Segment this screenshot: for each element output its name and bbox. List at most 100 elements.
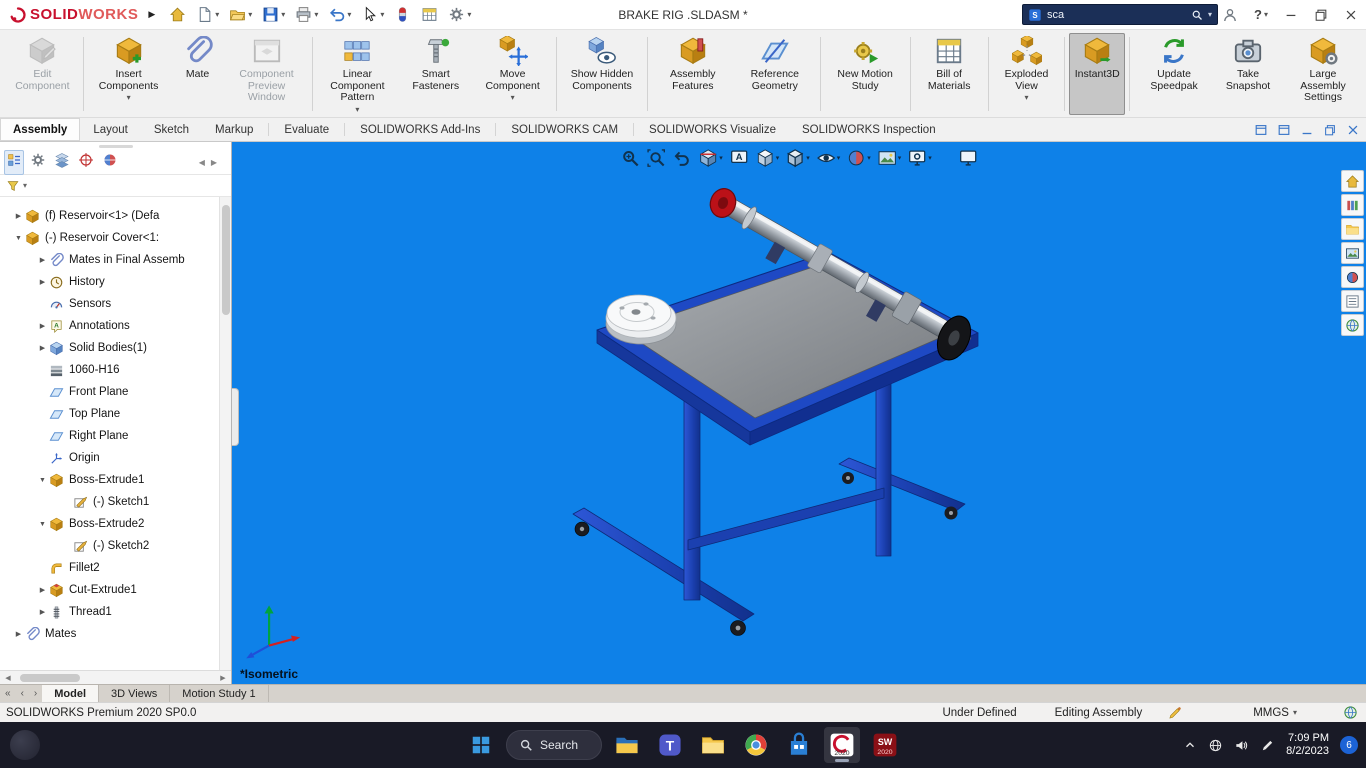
tree-item-boss-extrude1[interactable]: ▼ Boss-Extrude1 [0,469,231,491]
hud-view-settings-button[interactable]: ▾ [906,147,933,169]
tab-solidworks-visualize[interactable]: SOLIDWORKS Visualize [636,118,789,141]
tree-item-reservoir-cover-1[interactable]: ▼ (-) Reservoir Cover<1: [0,227,231,249]
dropdown-caret-icon[interactable]: ▾ [347,10,351,19]
tree-filter-row[interactable]: ▾ [0,175,231,197]
ribbon-button-reference-geometry[interactable]: Reference Geometry [734,33,816,115]
doc-tab-motion-study-1[interactable]: Motion Study 1 [170,685,269,702]
tree-item-1060-h16[interactable]: 1060-H16 [0,359,231,381]
scrollbar-thumb[interactable] [20,674,80,682]
hud-section-view-button[interactable]: ▾ [697,147,724,169]
tree-item-solid-bodies-1[interactable]: ▶ Solid Bodies(1) [0,337,231,359]
ribbon-button-linear-component-pattern[interactable]: Linear Component Pattern ▾ [316,33,398,115]
taskbar-app-file-explorer[interactable] [609,727,645,763]
tree-item-sensors[interactable]: Sensors [0,293,231,315]
scroll-right-icon[interactable]: ▶ [215,674,231,682]
tree-expand-icon[interactable]: ▶ [36,586,49,594]
ribbon-button-insert-components[interactable]: Insert Components ▾ [88,33,170,115]
search-box[interactable]: S sca ▾ [1022,4,1218,25]
dropdown-caret-icon[interactable]: ▾ [806,154,810,162]
dropdown-caret-icon[interactable]: ▾ [314,10,318,19]
dropdown-caret-icon[interactable]: ▾ [467,10,471,19]
ribbon-button-move-component[interactable]: Move Component ▾ [473,33,552,115]
panel-tab-property-manager[interactable] [28,150,48,175]
taskbar-app-teams[interactable]: T [652,727,688,763]
ribbon-button-component-preview-window[interactable]: Component Preview Window [226,33,308,115]
ribbon-button-take-snapshot[interactable]: Take Snapshot [1214,33,1282,115]
titlebar-tool-selection-filter[interactable] [390,3,415,26]
pen-icon[interactable] [1260,738,1275,753]
doc-restore-icon[interactable] [1323,123,1337,137]
network-icon[interactable] [1208,738,1223,753]
tree-item-top-plane[interactable]: Top Plane [0,403,231,425]
panel-splitter-handle[interactable] [232,388,239,446]
clock[interactable]: 7:09 PM 8/2/2023 [1286,732,1329,758]
dropdown-caret-icon[interactable]: ▾ [281,10,285,19]
ribbon-button-edit-component[interactable]: Edit Component [6,33,79,115]
tree-item-f-reservoir-1-defa[interactable]: ▶ (f) Reservoir<1> (Defa [0,205,231,227]
tree-vertical-scrollbar[interactable] [219,197,231,670]
dropdown-caret-icon[interactable]: ▾ [867,154,871,162]
minimize-button[interactable] [1276,0,1306,30]
panel-tab-configuration-manager[interactable] [52,150,72,175]
tab-nav-next-icon[interactable]: › [29,685,42,702]
taskbar-app-store[interactable] [781,727,817,763]
titlebar-tool-save[interactable]: ▾ [258,3,289,26]
filter-funnel-icon[interactable] [6,179,20,193]
tree-expand-icon[interactable]: ▶ [36,278,49,286]
tree-item-sketch2[interactable]: (-) Sketch2 [0,535,231,557]
tree-item-history[interactable]: ▶ History [0,271,231,293]
volume-icon[interactable] [1234,738,1249,753]
taskbar-app-solidworks-rx-2020[interactable]: SW 2020 [867,727,903,763]
tree-expand-icon[interactable]: ▶ [36,256,49,264]
tree-expand-icon[interactable]: ▶ [36,322,49,330]
titlebar-tool-open[interactable]: ▾ [225,3,256,26]
tab-solidworks-add-ins[interactable]: SOLIDWORKS Add-Ins [347,118,493,141]
magnifier-icon[interactable] [1191,9,1203,21]
toolbar-expand-arrow[interactable]: ▶ [148,9,155,20]
dropdown-caret-icon[interactable]: ▾ [248,10,252,19]
hud-hide-show-items-button[interactable]: ▾ [815,147,842,169]
hud-zoom-to-fit-button[interactable] [619,147,641,169]
user-account-button[interactable] [1214,0,1246,30]
dropdown-caret-icon[interactable]: ▾ [380,10,384,19]
taskbar-search[interactable]: Search [506,730,602,760]
taskpane-solidworks-resources-button[interactable] [1341,314,1364,336]
tree-item-fillet2[interactable]: Fillet2 [0,557,231,579]
taskpane-design-library-button[interactable] [1341,194,1364,216]
hud-previous-view-button[interactable] [671,147,693,169]
scroll-left-icon[interactable]: ◀ [0,674,16,682]
tree-expand-icon[interactable]: ▶ [12,212,25,220]
titlebar-tool-select[interactable]: ▾ [357,3,388,26]
filter-caret-icon[interactable]: ▾ [23,181,27,190]
notification-badge[interactable]: 6 [1340,736,1358,754]
dropdown-caret-icon[interactable]: ▾ [215,10,219,19]
hud-view-orientation-button[interactable]: ▾ [754,147,781,169]
ribbon-button-smart-fasteners[interactable]: Smart Fasteners [398,33,473,115]
tree-item-annotations[interactable]: ▶ A Annotations [0,315,231,337]
unit-system-selector[interactable]: MMGS ▾ [1253,707,1297,719]
taskpane-custom-properties-button[interactable] [1341,290,1364,312]
tree-expand-icon[interactable]: ▶ [36,608,49,616]
restore-button[interactable] [1306,0,1336,30]
tree-expand-icon[interactable]: ▶ [36,344,49,352]
titlebar-tool-new-document[interactable]: ▾ [192,3,223,26]
viewport-canvas[interactable] [232,142,1366,684]
titlebar-tool-options[interactable]: ▾ [444,3,475,26]
hud-preview-window-button[interactable] [957,147,979,169]
taskbar-app-browser[interactable] [738,727,774,763]
tree-item-origin[interactable]: Origin [0,447,231,469]
doc-tab-model[interactable]: Model [42,685,100,702]
titlebar-tool-undo[interactable]: ▾ [324,3,355,26]
ribbon-button-exploded-view[interactable]: Exploded View ▾ [993,33,1061,115]
titlebar-tool-task-scheduler[interactable] [417,3,442,26]
ribbon-button-large-assembly-settings[interactable]: Large Assembly Settings [1282,33,1364,115]
tree-item-front-plane[interactable]: Front Plane [0,381,231,403]
dropdown-caret-icon[interactable]: ▾ [837,154,841,162]
tree-item-mates-in-final-assemb[interactable]: ▶ Mates in Final Assemb [0,249,231,271]
ribbon-button-show-hidden-components[interactable]: Show Hidden Components [561,33,643,115]
taskpane-home-button[interactable] [1341,170,1364,192]
tab-solidworks-inspection[interactable]: SOLIDWORKS Inspection [789,118,949,141]
tab-sketch[interactable]: Sketch [141,118,202,141]
ribbon-button-new-motion-study[interactable]: New Motion Study [825,33,906,115]
tab-nav-prev-icon[interactable]: ‹ [16,685,29,702]
